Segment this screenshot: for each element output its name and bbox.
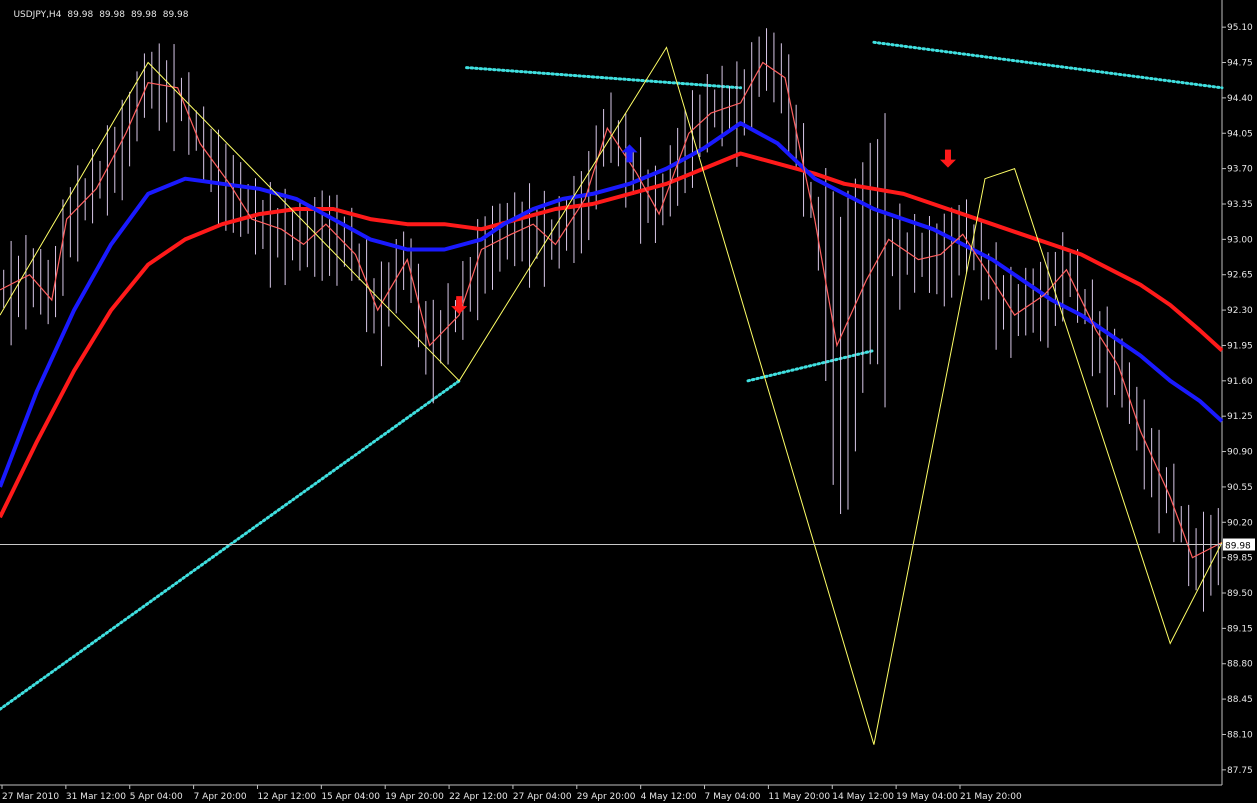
dotted-channel-line xyxy=(465,66,743,90)
y-tick-label: 90.20 xyxy=(1227,518,1253,528)
y-tick-label: 92.30 xyxy=(1227,306,1253,316)
x-tick-label: 5 Apr 04:00 xyxy=(130,792,183,802)
sell-arrow-icon xyxy=(939,149,956,168)
x-tick-label: 27 Mar 2010 xyxy=(2,792,59,802)
price-chart[interactable]: 95.10 94.75 94.40 94.05 93.70 93.35 93.00 92.65… xyxy=(0,0,1257,803)
chart-area[interactable]: 95.10 94.75 94.40 94.05 93.70 93.35 93.00 92.65… xyxy=(0,0,1257,803)
close-value: 89.98 xyxy=(162,10,189,20)
x-tick-label: 4 May 12:00 xyxy=(641,792,697,802)
y-tick-label: 89.15 xyxy=(1227,624,1253,634)
y-tick-label: 91.95 xyxy=(1227,341,1253,351)
fast-moving-average-line xyxy=(0,121,1224,488)
symbol-label: USDJPY,H4 xyxy=(13,10,62,20)
open-value: 89.98 xyxy=(67,10,94,20)
y-tick-label: 89.85 xyxy=(1227,554,1253,564)
y-tick-label: 94.40 xyxy=(1227,94,1253,104)
x-tick-label: 7 Apr 20:00 xyxy=(194,792,247,802)
slow-moving-average-line xyxy=(0,151,1224,519)
x-tick-label: 29 Apr 20:00 xyxy=(577,792,636,802)
x-tick-label: 19 Apr 20:00 xyxy=(385,792,444,802)
x-tick-label: 22 Apr 12:00 xyxy=(449,792,508,802)
x-tick-label: 21 May 20:00 xyxy=(960,792,1022,802)
y-tick-label: 90.90 xyxy=(1227,448,1253,458)
x-tick-label: 7 May 04:00 xyxy=(705,792,761,802)
y-tick-label: 88.80 xyxy=(1227,660,1253,670)
y-tick-label: 89.50 xyxy=(1227,589,1253,599)
y-tick-label: 93.00 xyxy=(1227,235,1253,245)
y-tick-label: 94.75 xyxy=(1227,59,1253,69)
y-tick-label: 88.45 xyxy=(1227,695,1253,705)
dotted-channel-line xyxy=(872,40,1224,90)
y-tick-label: 91.60 xyxy=(1227,377,1253,387)
x-tick-label: 15 Apr 04:00 xyxy=(321,792,380,802)
low-value: 89.98 xyxy=(130,10,157,20)
x-tick-label: 14 May 12:00 xyxy=(832,792,894,802)
current-price-label: 89.98 xyxy=(1225,542,1251,552)
y-tick-label: 91.25 xyxy=(1227,412,1253,422)
x-tick-label: 19 May 04:00 xyxy=(896,792,958,802)
y-tick-label: 94.05 xyxy=(1227,129,1253,139)
high-value: 89.98 xyxy=(99,10,125,20)
x-tick-label: 31 Mar 12:00 xyxy=(66,792,126,802)
y-tick-label: 90.55 xyxy=(1227,483,1253,493)
y-tick-label: 92.65 xyxy=(1227,271,1253,281)
x-tick-label: 11 May 20:00 xyxy=(768,792,830,802)
chart-header: USDJPY,H4 89.98 89.98 89.98 89.98 xyxy=(2,0,194,30)
x-tick-label: 12 Apr 12:00 xyxy=(257,792,316,802)
y-tick-label: 87.75 xyxy=(1227,766,1253,776)
x-tick-label: 27 Apr 04:00 xyxy=(513,792,572,802)
y-tick-label: 93.70 xyxy=(1227,165,1253,175)
y-tick-label: 93.35 xyxy=(1227,200,1253,210)
y-tick-label: 88.10 xyxy=(1227,730,1253,740)
y-tick-label: 95.10 xyxy=(1227,23,1253,33)
